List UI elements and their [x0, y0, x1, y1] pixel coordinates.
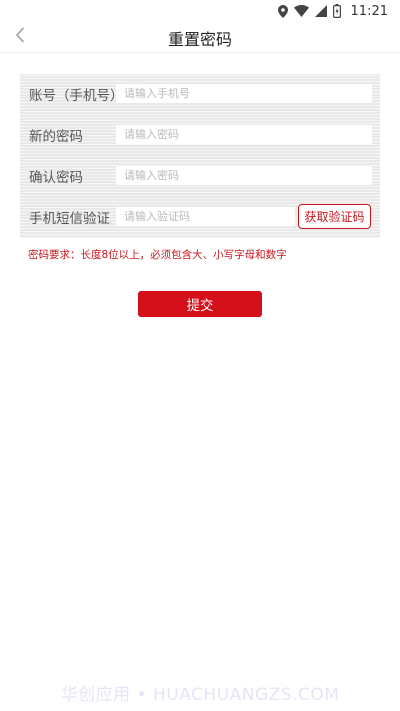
phone-input[interactable] — [116, 84, 372, 103]
reset-password-form: 账号（手机号） 新的密码 确认密码 手机短信验证 获取验证码 — [20, 74, 380, 238]
header-bar: 重置密码 — [0, 22, 400, 53]
confirm-password-input[interactable] — [116, 166, 372, 185]
account-row: 账号（手机号） — [20, 74, 380, 115]
watermark: 华创应用 • HUACHUANGZS.COM — [60, 685, 340, 705]
password-requirement-hint: 密码要求：长度8位以上，必须包含大、小写字母和数字 — [28, 249, 287, 261]
signal-icon — [314, 5, 327, 17]
get-code-button[interactable]: 获取验证码 — [298, 204, 371, 229]
location-icon — [277, 4, 288, 18]
page-title: 重置密码 — [167, 30, 232, 49]
confirm-password-row: 确认密码 — [20, 156, 380, 197]
status-icons: 11:21 — [277, 3, 388, 19]
confirm-password-label: 确认密码 — [29, 170, 83, 186]
status-time: 11:21 — [350, 3, 388, 19]
sms-code-input[interactable] — [116, 207, 295, 226]
new-password-label: 新的密码 — [29, 129, 83, 145]
sms-code-row: 手机短信验证 获取验证码 — [20, 197, 380, 238]
sms-code-label: 手机短信验证 — [29, 211, 110, 227]
wifi-icon — [293, 5, 309, 17]
account-label: 账号（手机号） — [29, 88, 124, 104]
battery-icon — [332, 4, 341, 18]
new-password-input[interactable] — [116, 125, 372, 144]
status-bar: 11:21 — [0, 0, 400, 22]
submit-button[interactable]: 提交 — [138, 291, 262, 317]
new-password-row: 新的密码 — [20, 115, 380, 156]
